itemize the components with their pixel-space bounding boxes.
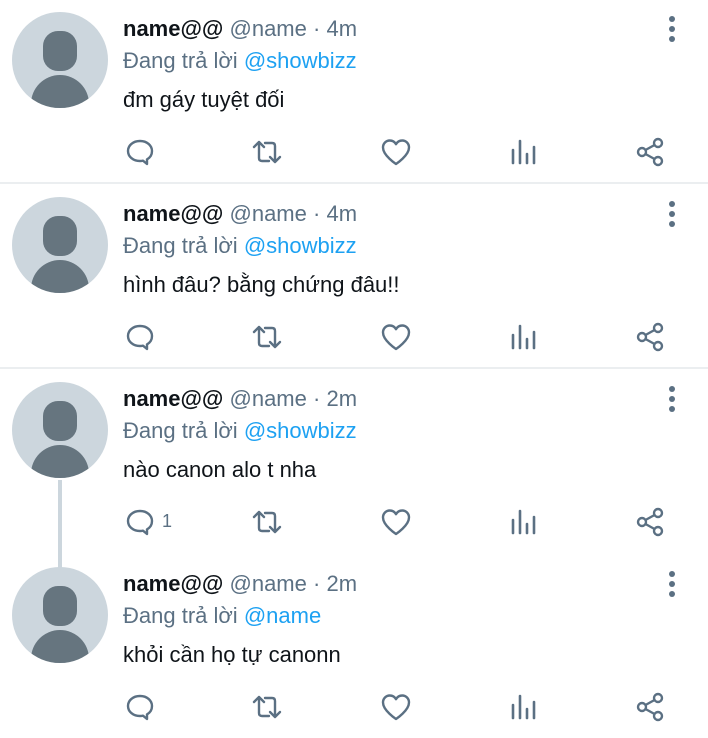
- tweet[interactable]: name@@ @name · 2m Đang trả lời @showbizz…: [0, 370, 708, 555]
- share-button[interactable]: [634, 691, 666, 723]
- tweet[interactable]: name@@ @name · 2m Đang trả lời @name khỏ…: [0, 555, 708, 738]
- reply-icon: [126, 139, 154, 166]
- more-options-icon[interactable]: [660, 384, 684, 414]
- timestamp[interactable]: 4m: [326, 201, 357, 226]
- user-handle[interactable]: @name: [230, 201, 307, 226]
- like-button[interactable]: [380, 136, 412, 168]
- analytics-icon: [511, 509, 536, 535]
- user-handle[interactable]: @name: [230, 386, 307, 411]
- separator-dot: ·: [313, 201, 321, 226]
- separator-dot: ·: [313, 16, 321, 41]
- share-icon: [636, 322, 664, 352]
- analytics-button[interactable]: [508, 136, 538, 168]
- tweet-text: đm gáy tuyệt đối: [123, 87, 285, 112]
- replying-prefix: Đang trả lời: [123, 603, 238, 628]
- separator-dot: ·: [313, 386, 321, 411]
- like-icon: [381, 139, 411, 166]
- like-icon: [381, 509, 411, 536]
- tweet-text: hình đâu? bằng chứng đâu!!: [123, 272, 400, 297]
- timestamp[interactable]: 4m: [326, 16, 357, 41]
- like-icon: [381, 324, 411, 351]
- tweet[interactable]: name@@ @name · 4m Đang trả lời @showbizz…: [0, 0, 708, 184]
- avatar[interactable]: [12, 197, 108, 293]
- replying-prefix: Đang trả lời: [123, 48, 238, 73]
- like-button[interactable]: [380, 506, 412, 538]
- display-name[interactable]: name@@: [123, 201, 223, 226]
- avatar[interactable]: [12, 567, 108, 663]
- timestamp[interactable]: 2m: [326, 571, 357, 596]
- more-options-icon[interactable]: [660, 14, 684, 44]
- analytics-icon: [511, 694, 536, 720]
- mention-link[interactable]: @showbizz: [244, 233, 357, 258]
- reply-icon: [126, 509, 154, 536]
- replying-to: Đang trả lời @showbizz: [123, 46, 357, 76]
- display-name[interactable]: name@@: [123, 571, 223, 596]
- reply-icon: [126, 694, 154, 721]
- retweet-button[interactable]: [250, 506, 284, 538]
- user-handle[interactable]: @name: [230, 16, 307, 41]
- replying-to: Đang trả lời @showbizz: [123, 416, 357, 446]
- retweet-icon: [252, 510, 282, 534]
- replying-prefix: Đang trả lời: [123, 233, 238, 258]
- avatar[interactable]: [12, 12, 108, 108]
- thread-connector-line: [58, 480, 62, 568]
- timestamp[interactable]: 2m: [326, 386, 357, 411]
- mention-link[interactable]: @showbizz: [244, 48, 357, 73]
- analytics-button[interactable]: [508, 506, 538, 538]
- retweet-button[interactable]: [250, 321, 284, 353]
- replying-to: Đang trả lời @showbizz: [123, 231, 357, 261]
- share-button[interactable]: [634, 136, 666, 168]
- tweet-header: name@@ @name · 2m: [123, 569, 357, 599]
- like-button[interactable]: [380, 691, 412, 723]
- share-icon: [636, 507, 664, 537]
- reply-button[interactable]: 1: [124, 506, 172, 538]
- retweet-button[interactable]: [250, 136, 284, 168]
- mention-link[interactable]: @showbizz: [244, 418, 357, 443]
- retweet-icon: [252, 325, 282, 349]
- share-button[interactable]: [634, 506, 666, 538]
- reply-button[interactable]: [124, 136, 156, 168]
- tweet-header: name@@ @name · 4m: [123, 199, 357, 229]
- display-name[interactable]: name@@: [123, 16, 223, 41]
- share-button[interactable]: [634, 321, 666, 353]
- tweet-header: name@@ @name · 2m: [123, 384, 357, 414]
- reply-button[interactable]: [124, 691, 156, 723]
- more-options-icon[interactable]: [660, 199, 684, 229]
- replying-to: Đang trả lời @name: [123, 601, 321, 631]
- retweet-icon: [252, 140, 282, 164]
- share-icon: [636, 137, 664, 167]
- tweet-text: nào canon alo t nha: [123, 457, 317, 482]
- mention-link[interactable]: @name: [244, 603, 321, 628]
- analytics-icon: [511, 324, 536, 350]
- tweet-text: khỏi cần họ tự canonn: [123, 642, 341, 667]
- retweet-button[interactable]: [250, 691, 284, 723]
- like-button[interactable]: [380, 321, 412, 353]
- retweet-icon: [252, 695, 282, 719]
- avatar[interactable]: [12, 382, 108, 478]
- reply-button[interactable]: [124, 321, 156, 353]
- analytics-icon: [511, 139, 536, 165]
- reply-icon: [126, 324, 154, 351]
- share-icon: [636, 692, 664, 722]
- reply-count: 1: [162, 511, 173, 531]
- separator-dot: ·: [313, 571, 321, 596]
- user-handle[interactable]: @name: [230, 571, 307, 596]
- analytics-button[interactable]: [508, 691, 538, 723]
- display-name[interactable]: name@@: [123, 386, 223, 411]
- tweet-header: name@@ @name · 4m: [123, 14, 357, 44]
- like-icon: [381, 694, 411, 721]
- more-options-icon[interactable]: [660, 569, 684, 599]
- tweet[interactable]: name@@ @name · 4m Đang trả lời @showbizz…: [0, 185, 708, 369]
- replying-prefix: Đang trả lời: [123, 418, 238, 443]
- analytics-button[interactable]: [508, 321, 538, 353]
